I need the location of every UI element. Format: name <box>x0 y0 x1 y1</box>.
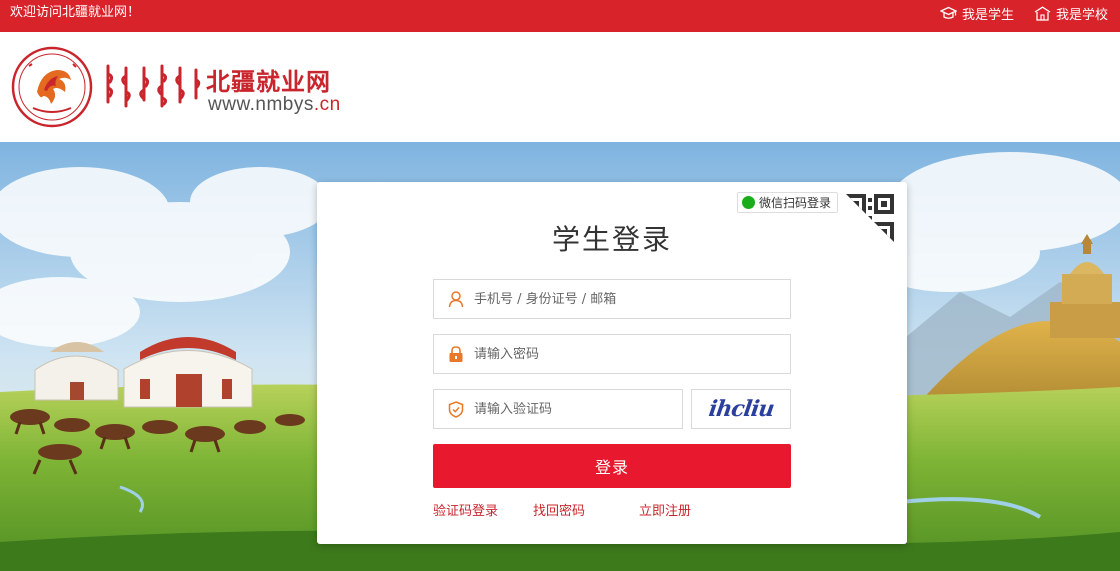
user-icon <box>448 290 464 307</box>
wechat-icon <box>742 196 755 209</box>
mongolian-script-logo <box>106 64 201 108</box>
lock-icon <box>449 345 463 362</box>
captcha-field <box>433 389 683 429</box>
forgot-password-link[interactable]: 找回密码 <box>533 500 585 519</box>
graduation-cap-icon <box>939 6 957 19</box>
shield-check-icon <box>448 400 464 418</box>
top-links: 我是学生 我是学校 <box>939 0 1108 26</box>
captcha-text: ihcliu <box>706 396 776 422</box>
login-card: 微信扫码登录 学生登录 手机号 / 身份证号 / 邮箱 请输入验证码 ihcli… <box>317 182 907 544</box>
site-url-suffix: .cn <box>313 94 341 115</box>
welcome-text: 欢迎访问北疆就业网！ <box>10 5 141 20</box>
account-field <box>433 279 791 319</box>
school-building-icon <box>1034 5 1051 21</box>
site-logo-seal[interactable] <box>11 46 93 128</box>
student-link[interactable]: 我是学生 <box>939 4 1014 23</box>
top-bar: 欢迎访问北疆就业网！ 我是学生 我是学校 <box>0 0 1120 32</box>
sms-login-link[interactable]: 验证码登录 <box>433 500 498 519</box>
login-title: 学生登录 <box>551 223 672 256</box>
login-button[interactable]: 登录 <box>433 444 791 488</box>
site-header: 北疆就业网 www.nmbys.cn <box>0 32 1120 142</box>
school-link-label: 我是学校 <box>1055 7 1108 23</box>
site-url: www.nmbys.cn <box>208 94 341 116</box>
school-link[interactable]: 我是学校 <box>1034 4 1108 23</box>
student-link-label: 我是学生 <box>961 7 1014 23</box>
password-field <box>433 334 791 374</box>
captcha-image[interactable]: ihcliu <box>691 389 791 429</box>
site-title: 北疆就业网 <box>206 68 331 96</box>
site-url-main: www.nmbys <box>208 94 314 115</box>
account-input[interactable] <box>474 291 754 307</box>
wechat-login-tip[interactable]: 微信扫码登录 <box>737 192 839 213</box>
register-link[interactable]: 立即注册 <box>639 500 691 519</box>
captcha-input[interactable] <box>474 401 674 417</box>
password-input[interactable] <box>474 346 754 362</box>
wechat-login-tip-label: 微信扫码登录 <box>759 196 832 210</box>
